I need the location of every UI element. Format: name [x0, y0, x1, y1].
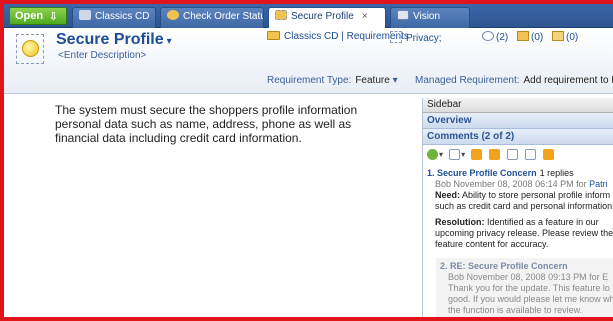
open-button[interactable]: Open ⇩: [9, 7, 67, 25]
comment-header: 1. Secure Profile Concern 1 replies: [427, 168, 574, 178]
expand-icon[interactable]: [507, 148, 519, 160]
chevron-down-icon[interactable]: ▾: [439, 150, 443, 159]
bulb-icon: [22, 40, 39, 57]
reply-header: 2. RE: Secure Profile Concern: [440, 261, 568, 271]
download-arrow-icon: ⇩: [48, 11, 58, 23]
attachments-count[interactable]: (0): [531, 32, 543, 43]
comment-need: Need: Ability to store personal profile …: [435, 190, 613, 211]
sidebar-title: Sidebar: [423, 98, 613, 113]
folder-icon: [79, 10, 91, 20]
tab-vision[interactable]: Vision: [390, 7, 470, 28]
reply-title-link[interactable]: RE: Secure Profile Concern: [450, 261, 568, 271]
comment-reply: 2. RE: Secure Profile Concern Bob Novemb…: [436, 258, 613, 317]
requirement-type: Requirement Type: Feature ▾: [267, 75, 398, 86]
comments-section[interactable]: Comments (2 of 2): [423, 129, 613, 145]
requirement-text[interactable]: The system must secure the shoppers prof…: [55, 103, 375, 145]
privacy-label: Privacy;: [406, 33, 442, 44]
overview-section[interactable]: Overview: [423, 113, 613, 129]
page-title[interactable]: Secure Profile ▾: [56, 31, 172, 49]
comment-meta: Bob November 08, 2008 06:14 PM for Patri: [435, 179, 608, 189]
image-icon[interactable]: [552, 31, 565, 41]
comment-item: 1. Secure Profile Concern 1 replies Bob N…: [423, 165, 613, 250]
replies-count: 1 replies: [539, 168, 574, 178]
managed-requirement-label: Managed Requirement:: [415, 75, 520, 86]
recipient-link[interactable]: Patri: [589, 179, 608, 189]
tab-secure-profile[interactable]: Secure Profile ×: [268, 7, 386, 29]
sidebar: Sidebar Overview Comments (2 of 2) ▾ ▾ 1…: [422, 98, 613, 317]
comment-icon[interactable]: [482, 31, 494, 41]
refresh-icon[interactable]: [543, 148, 555, 160]
add-comment-icon[interactable]: [427, 148, 438, 160]
reply-text: Thank you for the update. This feature l…: [448, 283, 613, 315]
tab-label: Classics CD: [95, 11, 150, 22]
list-icon[interactable]: [449, 148, 461, 160]
requirement-type-label: Requirement Type:: [267, 75, 352, 86]
managed-requirement-link[interactable]: Add requirement to Requisi: [524, 75, 613, 86]
tab-label: Check Order Status: [183, 11, 264, 22]
tab-check-order-status[interactable]: Check Order Status: [160, 7, 264, 28]
attachment-icon[interactable]: [517, 31, 530, 41]
managed-requirement: Managed Requirement: Add requirement to R…: [415, 75, 613, 86]
comments-count[interactable]: (2): [496, 32, 508, 43]
requirement-icon: [16, 34, 44, 64]
comments-toolbar: ▾ ▾: [423, 145, 613, 165]
app-window: Open ⇩ Classics CD Check Order Status Se…: [0, 0, 613, 321]
comment-resolution: Resolution: Identified as a feature in o…: [435, 217, 613, 249]
reply-meta: Bob November 08, 2008 09:13 PM for E: [448, 272, 609, 282]
document-icon: [397, 10, 409, 20]
breadcrumb[interactable]: Classics CD | Requirements: [267, 31, 409, 42]
recipient-link[interactable]: E: [602, 272, 608, 282]
close-icon[interactable]: ×: [362, 8, 368, 26]
requirement-type-select[interactable]: Feature: [355, 75, 389, 86]
chevron-down-icon[interactable]: ▾: [393, 75, 398, 86]
tab-label: Secure Profile: [291, 11, 354, 22]
comment-title-link[interactable]: Secure Profile Concern: [437, 168, 537, 178]
reply-icon[interactable]: [489, 148, 501, 160]
artifact-counts: (2) (0) (0): [476, 31, 578, 43]
bulb-icon: [275, 10, 287, 20]
filter-icon[interactable]: [471, 148, 483, 160]
tab-label: Vision: [413, 11, 441, 22]
artifact-header: Secure Profile ▾ <Enter Description> Clas…: [4, 28, 613, 94]
collapse-icon[interactable]: [525, 148, 537, 160]
open-button-label: Open: [15, 10, 44, 22]
privacy-icon: [390, 31, 402, 43]
tab-classics-cd[interactable]: Classics CD: [72, 7, 156, 28]
images-count[interactable]: (0): [566, 32, 578, 43]
chevron-down-icon[interactable]: ▾: [167, 36, 172, 47]
chevron-down-icon[interactable]: ▾: [461, 150, 465, 159]
bulb-icon: [167, 10, 179, 20]
privacy-indicator[interactable]: Privacy;: [390, 31, 442, 44]
description-field[interactable]: <Enter Description>: [58, 50, 146, 61]
tab-bar: Open ⇩ Classics CD Check Order Status Se…: [4, 4, 613, 29]
folder-icon: [267, 31, 280, 40]
